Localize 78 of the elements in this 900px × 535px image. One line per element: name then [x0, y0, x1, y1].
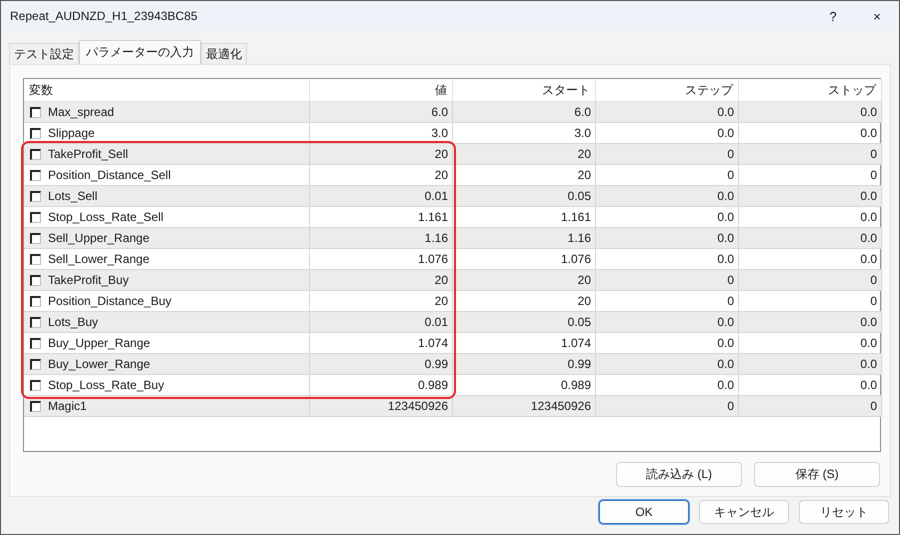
table-cell: 0 [596, 270, 739, 291]
tab[interactable]: テスト設定 [9, 43, 79, 64]
table-cell: 0.0 [739, 102, 882, 123]
table-cell: 0.99 [310, 354, 453, 375]
parameter-name: TakeProfit_Sell [48, 146, 128, 163]
parameter-name: Lots_Sell [48, 188, 98, 205]
panel-button[interactable]: 読み込み (L) [616, 462, 742, 487]
table-cell: 1.16 [310, 228, 453, 249]
help-button[interactable]: ? [811, 8, 855, 24]
table-cell: 0.0 [739, 186, 882, 207]
parameter-name: Stop_Loss_Rate_Buy [48, 377, 164, 394]
parameter-name: Magic1 [48, 398, 87, 415]
panel-button[interactable]: 保存 (S) [754, 462, 880, 487]
checkbox[interactable] [30, 380, 41, 390]
table-cell: 6.0 [453, 102, 596, 123]
checkbox[interactable] [30, 254, 41, 264]
parameter-name: Position_Distance_Buy [48, 293, 172, 310]
tab[interactable]: パラメーターの入力 [79, 40, 201, 64]
checkbox[interactable] [30, 316, 41, 328]
checkbox[interactable] [30, 338, 41, 348]
checkbox[interactable] [30, 190, 41, 202]
checkbox[interactable] [30, 106, 41, 118]
checkbox[interactable] [30, 358, 41, 370]
table-cell: 0.0 [596, 228, 739, 249]
table-cell: 0.0 [739, 354, 882, 375]
table-cell: 0 [596, 396, 739, 417]
table-cell: 0 [739, 144, 882, 165]
table-cell: 0.0 [596, 354, 739, 375]
parameter-name: Position_Distance_Sell [48, 167, 171, 184]
column-header[interactable]: 変数 [24, 79, 310, 102]
parameter-name: Slippage [48, 125, 95, 142]
checkbox[interactable] [30, 128, 41, 138]
tab[interactable]: 最適化 [201, 43, 247, 64]
table-cell: 0 [739, 396, 882, 417]
table-cell: 6.0 [310, 102, 453, 123]
table-cell: 123450926 [310, 396, 453, 417]
parameter-name: Lots_Buy [48, 314, 98, 331]
table-cell: 0 [739, 270, 882, 291]
parameter-name: Max_spread [48, 104, 114, 121]
window-title: Repeat_AUDNZD_H1_23943BC85 [10, 9, 198, 23]
table-cell: 0.0 [596, 312, 739, 333]
checkbox[interactable] [30, 296, 41, 306]
checkbox[interactable] [30, 232, 41, 244]
parameter-name: TakeProfit_Buy [48, 272, 129, 289]
close-button[interactable]: × [855, 8, 899, 24]
parameter-name: Stop_Loss_Rate_Sell [48, 209, 164, 226]
table-cell: 20 [310, 270, 453, 291]
checkbox[interactable] [30, 274, 41, 286]
table-cell: 0.0 [739, 312, 882, 333]
table-cell: 0.99 [453, 354, 596, 375]
table-cell: 0 [596, 144, 739, 165]
checkbox[interactable] [30, 170, 41, 180]
dialog-button[interactable]: リセット [799, 500, 889, 524]
parameter-name: Buy_Lower_Range [48, 356, 150, 373]
table-cell: 20 [453, 270, 596, 291]
table-cell: 0.0 [596, 186, 739, 207]
column-header[interactable]: ステップ [596, 79, 739, 102]
table-cell: 0.0 [739, 228, 882, 249]
parameter-name: Sell_Upper_Range [48, 230, 150, 247]
column-header[interactable]: スタート [453, 79, 596, 102]
table-cell: 0.01 [310, 312, 453, 333]
table-cell: 0.01 [310, 186, 453, 207]
table-cell: 20 [310, 144, 453, 165]
table-cell: 0.05 [453, 186, 596, 207]
table-cell: 0.0 [596, 102, 739, 123]
table-cell: 20 [453, 144, 596, 165]
parameter-name: Sell_Lower_Range [48, 251, 150, 268]
table-cell: 1.16 [453, 228, 596, 249]
parameter-name: Buy_Upper_Range [48, 335, 150, 352]
column-header[interactable]: 値 [310, 79, 453, 102]
checkbox[interactable] [30, 400, 41, 412]
checkbox[interactable] [30, 212, 41, 222]
dialog-button[interactable]: OK [599, 500, 689, 524]
column-header[interactable]: ストップ [739, 79, 882, 102]
dialog-button[interactable]: キャンセル [699, 500, 789, 524]
table-cell: 123450926 [453, 396, 596, 417]
checkbox[interactable] [30, 148, 41, 160]
table-cell: 0.05 [453, 312, 596, 333]
